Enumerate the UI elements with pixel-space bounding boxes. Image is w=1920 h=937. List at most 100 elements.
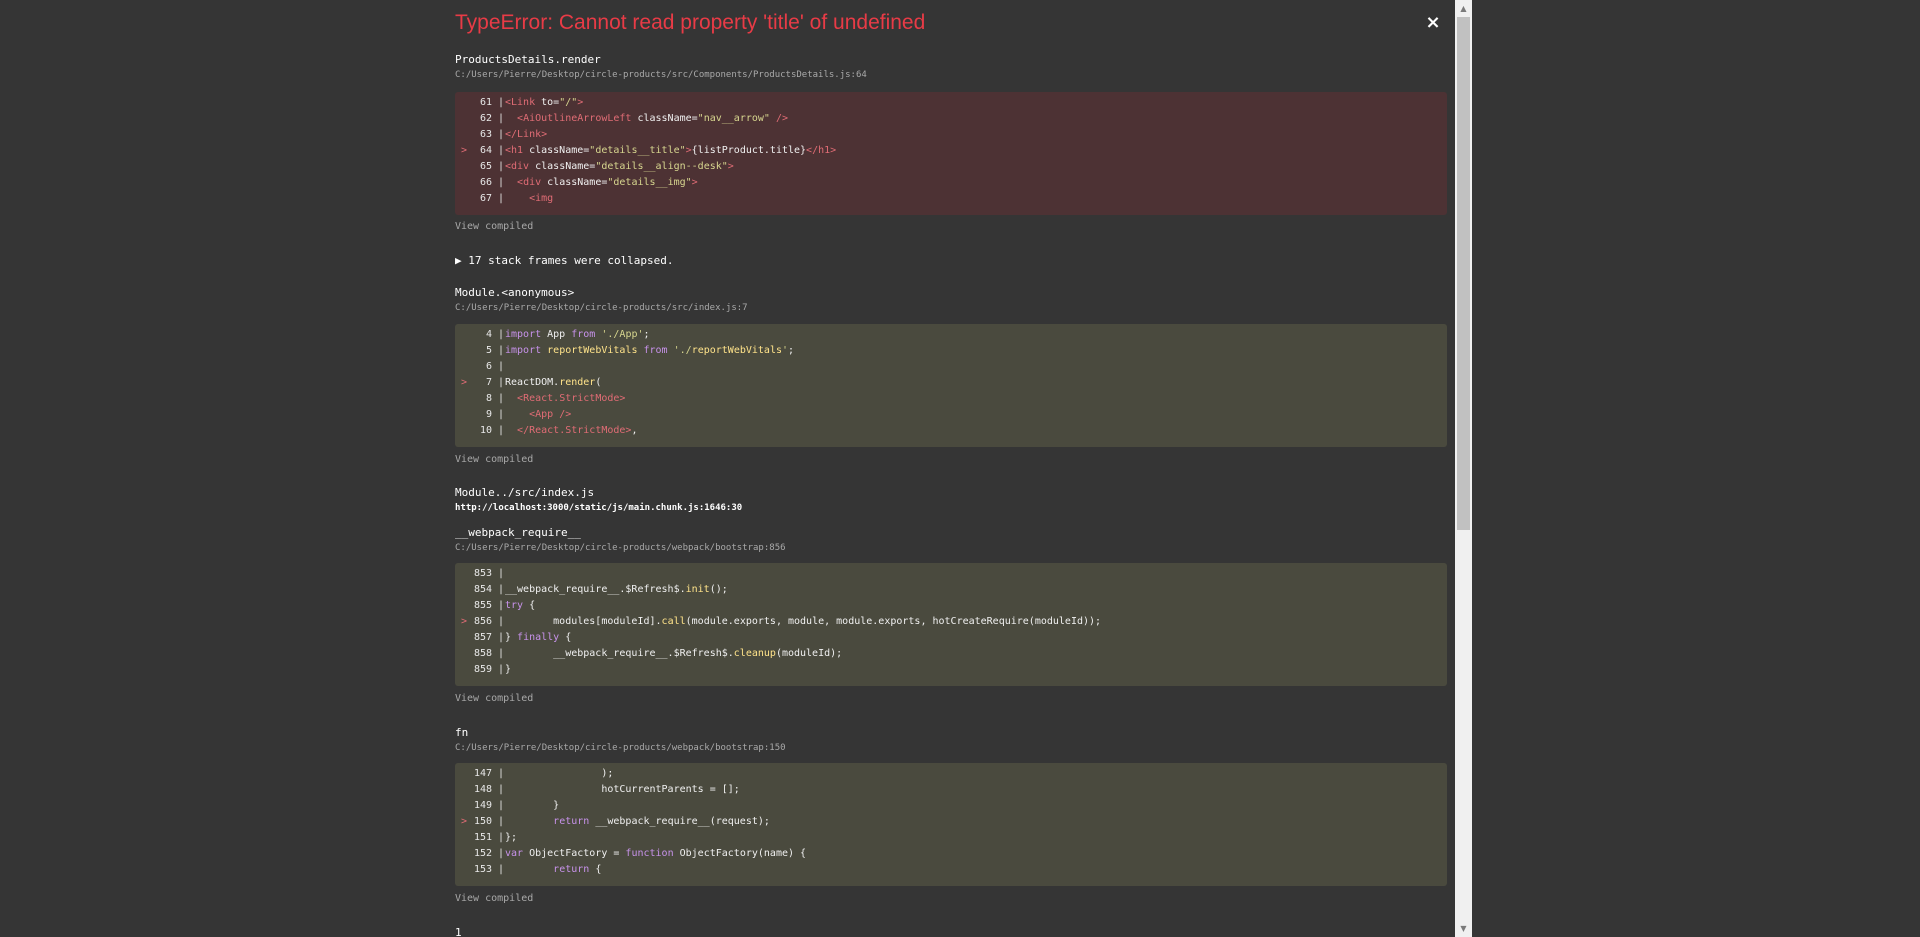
scrollbar-thumb[interactable] — [1457, 17, 1470, 530]
line-separator: | — [498, 848, 505, 859]
frame-function-name: Module../src/index.js — [455, 486, 595, 499]
line-number: 858 — [473, 648, 492, 659]
line-number: 153 — [473, 864, 492, 875]
code-text: import App from './App'; — [505, 329, 650, 340]
code-line: >7 | ReactDOM.render( — [455, 375, 1447, 391]
frame-function-name: ProductsDetails.render — [455, 53, 601, 66]
error-overlay: TypeError: Cannot read property 'title' … — [0, 0, 1455, 937]
code-text: <App /> — [529, 409, 572, 420]
line-separator: | — [498, 345, 505, 356]
code-line: 62 | <AiOutlineArrowLeft className="nav__… — [455, 111, 1447, 127]
line-separator: | — [498, 329, 505, 340]
code-line: 10 | </React.StrictMode>, — [455, 423, 1447, 439]
line-separator: | — [498, 425, 505, 436]
code-text: </React.StrictMode>, — [517, 425, 638, 436]
line-separator: | — [498, 648, 505, 659]
frame-location[interactable]: C:/Users/Pierre/Desktop/circle-products/… — [455, 303, 748, 313]
code-text: var ObjectFactory = function ObjectFacto… — [505, 848, 807, 859]
code-line: 61 | <Link to="/"> — [455, 95, 1447, 111]
line-separator: | — [498, 145, 505, 156]
view-compiled-link[interactable]: View compiled — [455, 221, 533, 232]
code-snippet: 147 | ); 148 | hotCurrentParents = []; 149 | … — [455, 763, 1447, 886]
close-icon[interactable]: × — [1424, 14, 1442, 32]
line-separator: | — [498, 361, 505, 372]
code-snippet: 4 | import App from './App'; 5 | import repor… — [455, 324, 1447, 447]
code-snippet: 61 | <Link to="/"> 62 | <AiOutlineArrowLeft … — [455, 92, 1447, 215]
code-line: 8 | <React.StrictMode> — [455, 391, 1447, 407]
code-line: 853 | — [455, 566, 1447, 582]
code-text: return { — [553, 864, 602, 875]
code-text: <img — [529, 193, 554, 204]
code-line: 63 | </Link> — [455, 127, 1447, 143]
line-separator: | — [498, 616, 505, 627]
line-number: 10 — [479, 425, 492, 436]
code-text: <div className="details__align--desk"> — [505, 161, 734, 172]
frame-function-name: Module.<anonymous> — [455, 286, 575, 299]
code-text: import reportWebVitals from './reportWeb… — [505, 345, 795, 356]
code-line: 855 | try { — [455, 598, 1447, 614]
page-background — [1472, 0, 1920, 937]
code-line: >64 | <h1 className="details__title">{list… — [455, 143, 1447, 159]
line-number: 4 — [485, 329, 492, 340]
view-compiled-link[interactable]: View compiled — [455, 693, 533, 704]
line-number: 8 — [485, 393, 492, 404]
code-line: 6 | — [455, 359, 1447, 375]
line-number: 149 — [473, 800, 492, 811]
scroll-up-arrow-icon[interactable]: ▲ — [1455, 0, 1472, 17]
collapsed-frames-toggle[interactable]: ▶ 17 stack frames were collapsed. — [455, 254, 674, 267]
code-text: hotCurrentParents = []; — [505, 784, 740, 795]
line-separator: | — [498, 584, 505, 595]
line-number: 67 — [479, 193, 492, 204]
frame-location[interactable]: C:/Users/Pierre/Desktop/circle-products/… — [455, 743, 786, 753]
line-number: 64 — [479, 145, 492, 156]
vertical-scrollbar[interactable]: ▲ ▼ — [1455, 0, 1472, 937]
code-text: }; — [505, 832, 518, 843]
frame-function-name: __webpack_require__ — [455, 526, 581, 539]
frame-location[interactable]: C:/Users/Pierre/Desktop/circle-products/… — [455, 543, 786, 553]
line-separator: | — [498, 816, 505, 827]
code-text: ); — [505, 768, 614, 779]
line-separator: | — [498, 97, 505, 108]
frame-location[interactable]: C:/Users/Pierre/Desktop/circle-products/… — [455, 70, 867, 80]
code-text: __webpack_require__.$Refresh$.cleanup(mo… — [505, 648, 843, 659]
line-number: 152 — [473, 848, 492, 859]
code-text: __webpack_require__.$Refresh$.init(); — [505, 584, 728, 595]
code-line: 151 |}; — [455, 830, 1447, 846]
view-compiled-link[interactable]: View compiled — [455, 893, 533, 904]
line-number: 65 — [479, 161, 492, 172]
line-separator: | — [498, 393, 505, 404]
scroll-down-arrow-icon[interactable]: ▼ — [1455, 920, 1472, 937]
view-compiled-link[interactable]: View compiled — [455, 454, 533, 465]
line-separator: | — [498, 129, 505, 140]
line-separator: | — [498, 409, 505, 420]
line-separator: | — [498, 177, 505, 188]
code-line: 66 | <div className="details__img"> — [455, 175, 1447, 191]
line-separator: | — [498, 800, 505, 811]
line-number: 61 — [479, 97, 492, 108]
line-separator: | — [498, 632, 505, 643]
code-line: 148 | hotCurrentParents = []; — [455, 782, 1447, 798]
line-number: 5 — [485, 345, 492, 356]
line-separator: | — [498, 161, 505, 172]
code-text: ReactDOM.render( — [505, 377, 602, 388]
line-separator: | — [498, 113, 505, 124]
code-line: >150 | return __webpack_require__(request… — [455, 814, 1447, 830]
line-number: 9 — [485, 409, 492, 420]
code-text: try { — [505, 600, 536, 611]
code-line: 67 | <img — [455, 191, 1447, 207]
line-separator: | — [498, 768, 505, 779]
line-number: 6 — [485, 361, 492, 372]
code-line: 5 | import reportWebVitals from './reportW… — [455, 343, 1447, 359]
code-line: 4 | import App from './App'; — [455, 327, 1447, 343]
code-text: <AiOutlineArrowLeft className="nav__arro… — [517, 113, 788, 124]
code-line: 858 | __webpack_require__.$Refresh$.clean… — [455, 646, 1447, 662]
line-number: 147 — [473, 768, 492, 779]
code-line: 9 | <App /> — [455, 407, 1447, 423]
line-separator: | — [498, 664, 505, 675]
frame-location[interactable]: http://localhost:3000/static/js/main.chu… — [455, 503, 742, 513]
line-number: 66 — [479, 177, 492, 188]
line-number: 148 — [473, 784, 492, 795]
code-text: <React.StrictMode> — [517, 393, 626, 404]
line-number: 63 — [479, 129, 492, 140]
code-line: 152 | var ObjectFactory = function ObjectF… — [455, 846, 1447, 862]
